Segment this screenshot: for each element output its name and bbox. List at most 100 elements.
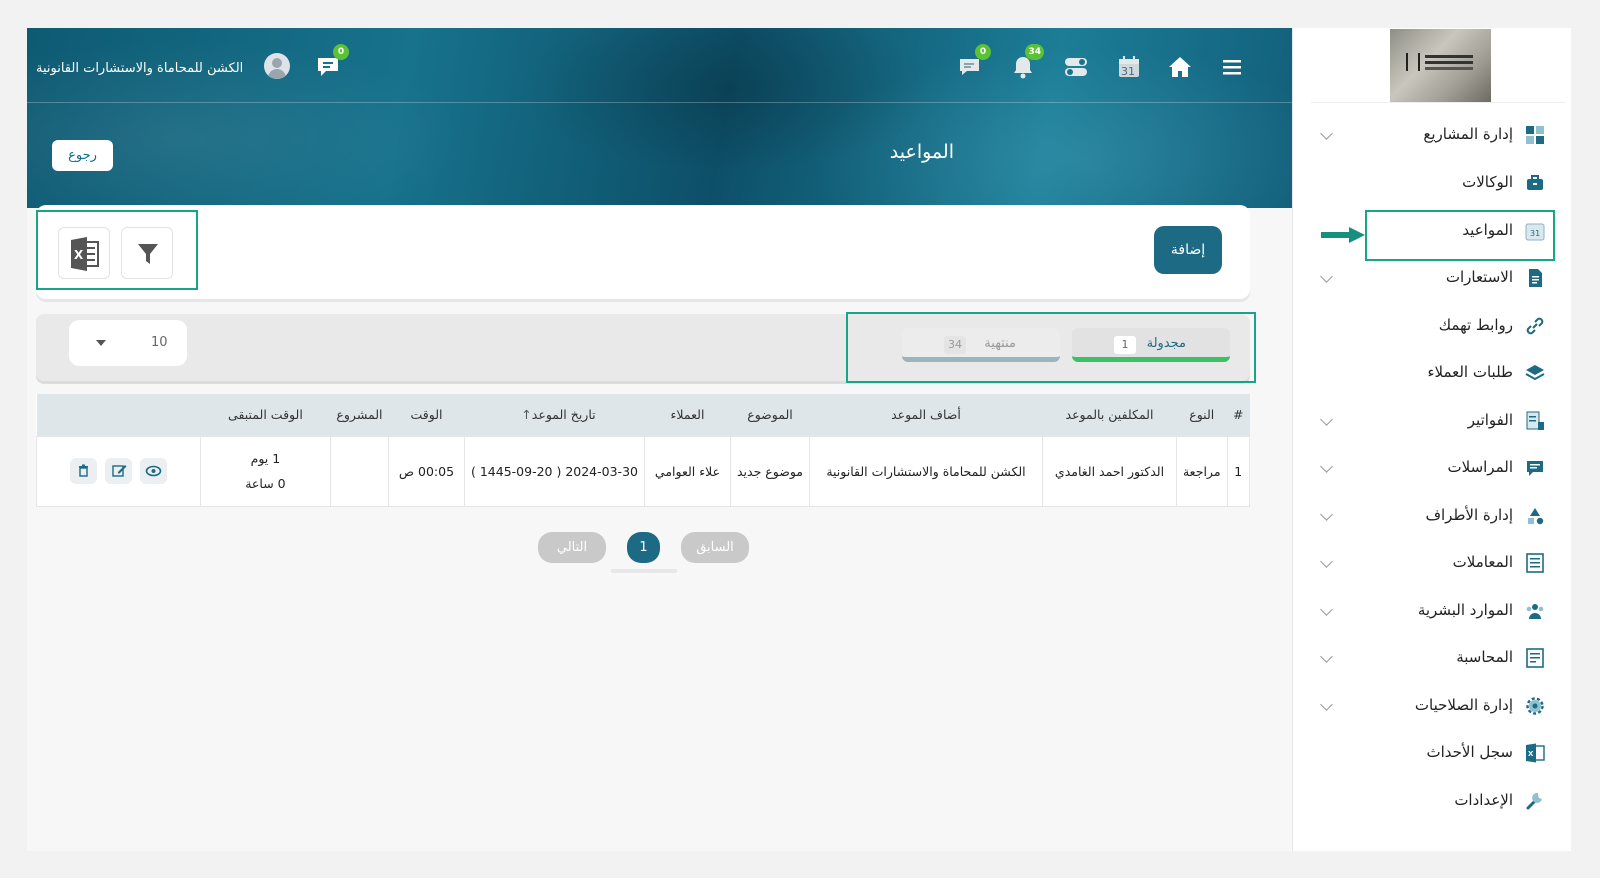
col-time[interactable]: الوقت xyxy=(388,394,465,436)
svg-text:X: X xyxy=(74,248,84,262)
col-index[interactable]: # xyxy=(1227,394,1250,436)
col-date[interactable]: تاريخ الموعد↑ xyxy=(464,394,645,436)
col-subject[interactable]: الموضوع xyxy=(730,394,810,436)
org-name: الكشن للمحاماة والاستشارات القانونية xyxy=(36,61,244,76)
col-clients[interactable]: العملاء xyxy=(644,394,731,436)
col-remaining[interactable]: الوقت المتبقى xyxy=(200,394,331,436)
chevron-down-icon xyxy=(1320,508,1333,521)
hamburger-menu-icon[interactable] xyxy=(1219,54,1245,80)
excel-icon: X xyxy=(71,237,99,271)
cell-assignees: الدكتور احمد الغامدي xyxy=(1041,435,1177,507)
page-size-select[interactable]: 10 xyxy=(69,320,187,366)
sidebar-item-label: إدارة المشاريع xyxy=(1423,125,1513,143)
svg-text:X: X xyxy=(1528,750,1534,758)
cell-clients: علاء العوامي xyxy=(643,435,731,507)
sidebar-item-label: روابط تهمك xyxy=(1438,316,1513,334)
col-added-by[interactable]: أضاف الموعد xyxy=(809,394,1043,436)
sidebar-item-links[interactable]: روابط تهمك xyxy=(1293,303,1571,350)
sidebar-item-client-requests[interactable]: طلبات العملاء xyxy=(1293,350,1571,397)
col-assignees[interactable]: المكلفين بالموعد xyxy=(1042,394,1177,436)
users-icon xyxy=(1526,604,1544,619)
chevron-down-icon xyxy=(1320,603,1333,616)
sidebar-item-event-log[interactable]: X سجل الأحداث xyxy=(1293,730,1571,777)
sidebar-item-label: طلبات العملاء xyxy=(1427,363,1513,381)
tab-finished[interactable]: منتهية 34 xyxy=(902,328,1060,362)
cell-date: 2024-03-30 ( 1445-09-20 ) xyxy=(463,435,645,507)
sidebar-item-parties[interactable]: إدارة الأطراف xyxy=(1293,493,1571,540)
page-title: المواعيد xyxy=(889,141,954,163)
sidebar-item-accounting[interactable]: المحاسبة xyxy=(1293,635,1571,682)
cell-index: 1 xyxy=(1226,435,1251,507)
sidebar-item-label: الوكالات xyxy=(1462,173,1513,191)
link-icon xyxy=(1526,317,1544,335)
sidebar-item-correspondence[interactable]: المراسلات xyxy=(1293,445,1571,492)
sidebar-item-label: المحاسبة xyxy=(1456,648,1513,666)
gear-icon xyxy=(1526,697,1544,715)
sidebar-item-label: إدارة الأطراف xyxy=(1425,506,1513,524)
active-item-highlight xyxy=(1365,210,1555,261)
delete-button[interactable] xyxy=(69,458,97,484)
sidebar-item-label: إدارة الصلاحيات xyxy=(1414,696,1513,714)
layers-icon xyxy=(1525,365,1545,381)
col-type[interactable]: النوع xyxy=(1176,394,1228,436)
messages-icon[interactable]: 0 xyxy=(957,44,991,80)
page-size-value: 10 xyxy=(151,335,168,350)
messages-badge: 0 xyxy=(975,44,991,60)
export-excel-button[interactable]: X xyxy=(58,227,110,279)
sidebar: إدارة المشاريع الوكالات 31 المواعيد الاس… xyxy=(1292,28,1571,851)
sidebar-item-label: المعاملات xyxy=(1452,553,1513,571)
sidebar-item-label: الفواتير xyxy=(1467,411,1513,429)
sidebar-item-transactions[interactable]: المعاملات xyxy=(1293,540,1571,587)
sidebar-item-settings[interactable]: الإعدادات xyxy=(1293,778,1571,825)
sidebar-item-loans[interactable]: الاستعارات xyxy=(1293,255,1571,302)
chevron-down-icon xyxy=(1320,650,1333,663)
chat-icon[interactable]: 0 xyxy=(315,44,349,80)
current-page-button[interactable]: 1 xyxy=(627,532,660,563)
invoice-icon xyxy=(1526,411,1544,430)
remaining-days: 1 يوم xyxy=(250,451,281,466)
tab-scheduled[interactable]: مجدولة 1 xyxy=(1072,328,1230,362)
sidebar-item-hr[interactable]: الموارد البشرية xyxy=(1293,588,1571,635)
top-bar: الكشن للمحاماة والاستشارات القانونية 0 0… xyxy=(27,28,1292,103)
home-icon[interactable] xyxy=(1167,54,1193,80)
cell-added-by: الكشن للمحاماة والاستشارات القانونية xyxy=(808,435,1043,507)
bell-icon[interactable]: 34 xyxy=(1010,44,1044,80)
sidebar-item-permissions[interactable]: إدارة الصلاحيات xyxy=(1293,683,1571,730)
col-actions xyxy=(36,394,201,436)
view-button[interactable] xyxy=(139,458,167,484)
edit-button[interactable] xyxy=(104,458,132,484)
trash-icon xyxy=(78,464,88,477)
cell-actions xyxy=(36,435,201,507)
prev-page-button[interactable]: السابق xyxy=(681,532,749,563)
sidebar-item-label: المراسلات xyxy=(1447,458,1514,476)
table-header-row: # النوع المكلفين بالموعد أضاف الموعد الم… xyxy=(36,394,1250,436)
sidebar-item-invoices[interactable]: الفواتير xyxy=(1293,398,1571,445)
cell-time: 00:05 ص xyxy=(387,435,465,507)
document-icon xyxy=(1529,269,1542,287)
back-button[interactable]: رجوع xyxy=(52,140,113,171)
add-button[interactable]: إضافة xyxy=(1154,226,1222,274)
chevron-down-icon xyxy=(1320,127,1333,140)
chevron-down-icon xyxy=(1320,698,1333,711)
app-frame: الكشن للمحاماة والاستشارات القانونية 0 0… xyxy=(27,28,1571,851)
calendar-icon[interactable]: 31 xyxy=(1116,54,1142,80)
shapes-icon xyxy=(1528,508,1544,525)
company-logo[interactable] xyxy=(1390,29,1491,102)
sort-up-icon[interactable]: ↑ xyxy=(521,407,531,422)
sidebar-item-agencies[interactable]: الوكالات xyxy=(1293,160,1571,207)
user-avatar[interactable] xyxy=(264,53,290,79)
ledger-icon xyxy=(1526,648,1544,668)
edit-icon xyxy=(112,465,127,477)
briefcase-icon xyxy=(1527,175,1543,190)
toggle-icon[interactable] xyxy=(1063,54,1089,80)
dashboard-icon xyxy=(1526,126,1544,144)
col-project[interactable]: المشروع xyxy=(330,394,389,436)
sidebar-item-label: الإعدادات xyxy=(1454,791,1513,809)
next-page-button[interactable]: التالي xyxy=(538,532,606,563)
sidebar-item-projects[interactable]: إدارة المشاريع xyxy=(1293,112,1571,159)
table-row[interactable]: 1 مراجعة الدكتور احمد الغامدي الكشن للمح… xyxy=(36,435,1251,507)
tools-highlight: X xyxy=(36,210,198,290)
appointments-table: # النوع المكلفين بالموعد أضاف الموعد الم… xyxy=(36,394,1251,507)
notifications-badge: 34 xyxy=(1025,44,1044,60)
filter-button[interactable] xyxy=(121,227,173,279)
